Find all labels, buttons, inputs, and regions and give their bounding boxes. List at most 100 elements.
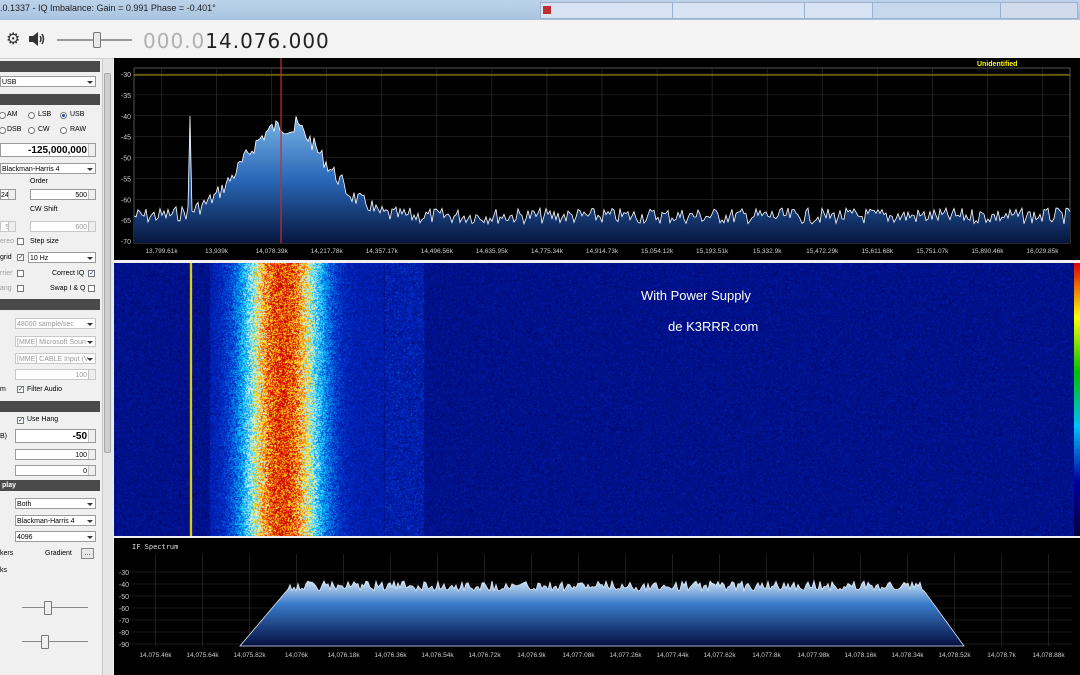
stereo-label: ereo	[0, 238, 15, 245]
if-x-tick-label: 14,076.9k	[517, 652, 546, 659]
fft-x-tick-label: 15,890.46k	[971, 248, 1004, 255]
if-x-tick-label: 14,077.26k	[609, 652, 642, 659]
speaker-icon[interactable]	[28, 31, 46, 47]
audio-section-header[interactable]	[0, 299, 100, 310]
mode-usb-radio[interactable]	[60, 112, 67, 119]
shift-low-input[interactable]: 50	[0, 221, 16, 232]
cw-shift-input[interactable]: 600	[30, 221, 96, 232]
toolbar: ⚙ 000.014.076.000	[0, 20, 1080, 59]
input-device-combo[interactable]: [MME] Microsoft Soun	[15, 336, 96, 347]
taskbar-tab-2[interactable]	[672, 2, 816, 19]
carrier-checkbox[interactable]	[17, 270, 24, 277]
sidebar-scrollbar[interactable]	[102, 59, 113, 675]
contrast-slider-thumb[interactable]	[44, 601, 52, 615]
use-hang-label: Use Hang	[27, 416, 59, 423]
mode-section-header[interactable]	[0, 94, 100, 105]
threshold-input[interactable]: -50	[15, 429, 96, 443]
samplerate-combo[interactable]: 48000 sample/sec	[15, 318, 96, 329]
source-combo[interactable]: USB	[0, 76, 96, 87]
zoom-slider-thumb[interactable]	[41, 635, 49, 649]
display-section-header[interactable]: play	[0, 480, 100, 491]
fft-y-tick-label: -45	[121, 135, 131, 142]
decay-input[interactable]: 100	[15, 449, 96, 460]
gear-icon[interactable]: ⚙	[6, 32, 20, 48]
volume-slider-thumb[interactable]	[93, 32, 101, 48]
correct-iq-checkbox[interactable]: ✓	[88, 270, 95, 277]
mode-lsb-radio[interactable]	[28, 112, 35, 119]
bandwidth-input[interactable]: 2400	[0, 189, 16, 200]
lock-checkbox[interactable]	[17, 285, 24, 292]
fft-y-tick-label: -30	[121, 72, 131, 79]
if-x-tick-label: 14,076.36k	[374, 652, 407, 659]
snap-grid-checkbox[interactable]: ✓	[17, 254, 24, 261]
if-x-tick-label: 14,077.8k	[752, 652, 781, 659]
fft-x-tick-label: 16,029.85k	[1026, 248, 1059, 255]
taskbar-tab-3[interactable]	[804, 2, 878, 19]
taskbar-tab-5[interactable]	[1000, 2, 1078, 19]
step-size-label: Step size	[30, 238, 59, 245]
step-size-checkbox[interactable]	[17, 238, 24, 245]
taskbar-tab-4[interactable]	[872, 2, 1006, 19]
if-x-tick-label: 14,075.82k	[233, 652, 266, 659]
if-x-tick-label: 14,077.62k	[703, 652, 736, 659]
if-x-tick-label: 14,076k	[285, 652, 309, 659]
mode-am-radio[interactable]	[0, 112, 6, 119]
order-input[interactable]: 500	[30, 189, 96, 200]
use-hang-checkbox[interactable]: ✓	[17, 417, 24, 424]
gradient-label: Gradient	[45, 550, 72, 557]
agc-section-header[interactable]	[0, 401, 100, 412]
if-y-tick-label: -70	[119, 618, 129, 625]
fft-spectrum-panel[interactable]: -30 -35 -40 -45 -50 -55 -60 -65 -70 13,799.61k 13…	[114, 58, 1080, 260]
mode-cw-radio[interactable]	[28, 127, 35, 134]
mode-lsb-label: LSB	[38, 111, 52, 118]
zoom-slider-track[interactable]	[22, 641, 88, 642]
mode-raw-radio[interactable]	[60, 127, 67, 134]
correct-iq-label: Correct IQ	[52, 270, 85, 277]
fft-x-tick-label: 14,496.56k	[421, 248, 454, 255]
window-type-combo[interactable]: Blackman-Harris 4	[15, 515, 96, 526]
mode-raw-label: RAW	[70, 126, 87, 133]
overlay-text-power-supply: With Power Supply	[641, 288, 751, 303]
resolution-combo[interactable]: 4096	[15, 531, 96, 542]
fft-x-tick-label: 14,357.17k	[366, 248, 399, 255]
if-x-tick-label: 14,078.52k	[938, 652, 971, 659]
if-y-tick-label: -50	[119, 594, 129, 601]
shift-input[interactable]: -125,000,000	[0, 143, 96, 157]
contrast-slider-track[interactable]	[22, 607, 88, 608]
lock-label: ang	[0, 285, 12, 292]
filter-audio-label: Filter Audio	[27, 386, 63, 393]
waterfall-canvas[interactable]	[114, 263, 1074, 536]
taskbar-tab-1[interactable]	[540, 2, 684, 19]
close-icon[interactable]	[543, 6, 551, 14]
mode-usb-label: USB	[70, 111, 85, 118]
fft-spectrum-plot[interactable]: -30 -35 -40 -45 -50 -55 -60 -65 -70 13,799.61k 13…	[114, 58, 1080, 260]
if-spectrum-plot[interactable]: -30 -40 -50 -60 -70 -80 -90 14,075.46k 14,075.6…	[114, 538, 1080, 675]
if-x-tick-label: 14,078.16k	[844, 652, 877, 659]
output-device-combo[interactable]: [MME] CABLE Input (V	[15, 353, 96, 364]
mode-am-label: AM	[7, 111, 18, 118]
fft-x-tick-label: 15,054.12k	[641, 248, 674, 255]
if-spectrum-panel[interactable]: -30 -40 -50 -60 -70 -80 -90 14,075.46k 14,075.6…	[114, 538, 1080, 675]
latency-input[interactable]: 100	[15, 369, 96, 380]
if-x-tick-label: 14,075.64k	[186, 652, 219, 659]
filter-type-combo[interactable]: Blackman-Harris 4	[0, 163, 96, 174]
swap-iq-checkbox[interactable]	[88, 285, 95, 292]
filter-audio-checkbox[interactable]: ✓	[17, 386, 24, 393]
if-x-tick-label: 14,076.72k	[468, 652, 501, 659]
fft-y-tick-label: -60	[121, 197, 131, 204]
window-titlebar: .0.1337 - IQ Imbalance: Gain = 0.991 Pha…	[0, 0, 1080, 21]
if-x-tick-label: 14,078.88k	[1032, 652, 1065, 659]
if-x-tick-label: 14,078.34k	[891, 652, 924, 659]
if-y-tick-label: -90	[119, 642, 129, 649]
view-combo[interactable]: Both	[15, 498, 96, 509]
radio-section-header[interactable]	[0, 61, 100, 72]
step-combo[interactable]: 10 Hz	[28, 252, 96, 263]
slope-input[interactable]: 0	[15, 465, 96, 476]
fft-x-tick-label: 14,078.39k	[256, 248, 289, 255]
fft-x-tick-label: 14,635.95k	[476, 248, 509, 255]
frequency-display[interactable]: 000.014.076.000	[143, 29, 330, 53]
waterfall-panel[interactable]: With Power Supply de K3RRR.com	[114, 263, 1080, 536]
scrollbar-thumb[interactable]	[104, 73, 111, 453]
mode-dsb-radio[interactable]	[0, 127, 6, 134]
gradient-button[interactable]: ...	[81, 548, 94, 559]
